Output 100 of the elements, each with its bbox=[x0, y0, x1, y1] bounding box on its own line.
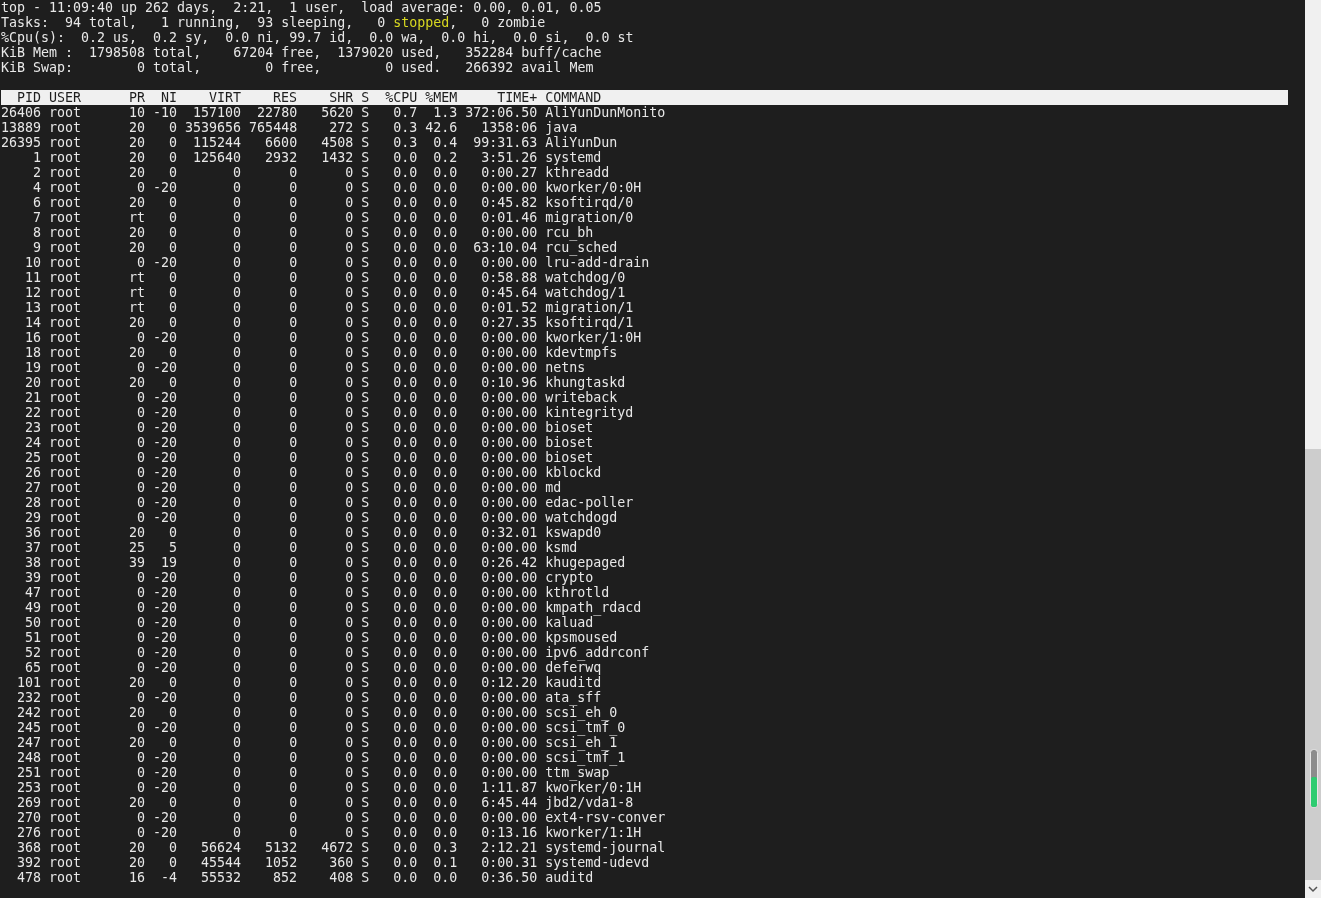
table-cell-text: 20 bbox=[128, 375, 146, 390]
table-cell: kworker/0:0H bbox=[545, 180, 642, 195]
table-cell-text: root bbox=[49, 825, 83, 840]
table-cell-text: 0.0 bbox=[432, 825, 458, 840]
table-cell: -20 bbox=[153, 720, 178, 735]
table-cell-text: 0 bbox=[232, 600, 242, 615]
table-cell-text: root bbox=[49, 570, 83, 585]
table-cell-text: root bbox=[49, 315, 83, 330]
table-cell-text: 0 bbox=[232, 180, 242, 195]
table-cell-text: root bbox=[49, 405, 83, 420]
table-cell: -20 bbox=[153, 330, 178, 345]
table-cell: -20 bbox=[153, 510, 178, 525]
table-cell-text: 232 bbox=[16, 690, 41, 705]
table-cell-text: 0:00.00 bbox=[480, 420, 538, 435]
table-cell-text: 2932 bbox=[264, 150, 298, 165]
table-cell-text: 0.0 bbox=[392, 825, 418, 840]
table-cell-text: 0:00.00 bbox=[480, 750, 538, 765]
table-cell-text: 37 bbox=[24, 540, 41, 555]
table-cell-text: 3:51.26 bbox=[480, 150, 538, 165]
table-cell-text: 29 bbox=[24, 510, 41, 525]
table-cell-text: 0 bbox=[232, 270, 242, 285]
table-cell-text: root bbox=[49, 225, 83, 240]
table-cell-text: 0 bbox=[232, 585, 242, 600]
table-cell-text: 0:00.00 bbox=[480, 345, 538, 360]
table-cell-text: root bbox=[49, 630, 83, 645]
table-cell-text: 25 bbox=[128, 540, 146, 555]
table-cell-text: 0 bbox=[288, 675, 298, 690]
table-cell: S bbox=[361, 810, 370, 825]
table-cell-text: 0:10.96 bbox=[480, 375, 538, 390]
table-cell-text: 0.0 bbox=[432, 525, 458, 540]
table-cell-text: 16 bbox=[24, 330, 41, 345]
table-cell-text: 0 bbox=[288, 705, 298, 720]
table-cell-text: 0 bbox=[288, 345, 298, 360]
table-cell: rcu_sched bbox=[545, 240, 618, 255]
table-cell: 26406 bbox=[1, 105, 41, 120]
table-cell-text: 20 bbox=[128, 345, 146, 360]
table-cell-text: 0.0 bbox=[432, 285, 458, 300]
table-cell-text: 0 bbox=[232, 540, 242, 555]
table-cell: S bbox=[361, 255, 370, 270]
table-cell-text: root bbox=[49, 810, 83, 825]
table-cell-text: rt bbox=[128, 285, 146, 300]
table-cell-text: 0.0 bbox=[432, 240, 458, 255]
table-cell-text: 0.0 bbox=[392, 660, 418, 675]
table-cell-text: 0 bbox=[344, 720, 354, 735]
table-cell: S bbox=[361, 300, 370, 315]
table-cell-text: 101 bbox=[16, 675, 41, 690]
table-cell: S bbox=[361, 420, 370, 435]
table-cell-text: 247 bbox=[16, 735, 41, 750]
table-cell-text: 0:00.00 bbox=[480, 255, 538, 270]
table-cell-text: 0 bbox=[136, 810, 146, 825]
table-cell-text: 0 bbox=[344, 225, 354, 240]
table-cell-text: 408 bbox=[328, 870, 354, 885]
table-cell-text: 0 bbox=[232, 345, 242, 360]
table-cell-text: 0.0 bbox=[392, 870, 418, 885]
table-cell-text: 52 bbox=[24, 645, 41, 660]
table-cell: S bbox=[361, 555, 370, 570]
table-cell-text: 0 bbox=[136, 585, 146, 600]
table-cell-text: 0 bbox=[168, 135, 178, 150]
table-cell-text: 0 bbox=[344, 765, 354, 780]
table-cell-text: 0 bbox=[136, 825, 146, 840]
table-cell-text: root bbox=[49, 585, 83, 600]
table-cell: 3539656 bbox=[185, 120, 242, 135]
table-cell-text: 20 bbox=[128, 795, 146, 810]
scrollbar[interactable] bbox=[1305, 0, 1321, 898]
table-cell: kintegrityd bbox=[545, 405, 634, 420]
table-cell-text: 0 bbox=[136, 765, 146, 780]
table-cell: S bbox=[361, 120, 370, 135]
table-cell-text: 0:32.01 bbox=[480, 525, 538, 540]
table-cell-text: 0.0 bbox=[392, 210, 418, 225]
table-cell-text: 0 bbox=[344, 345, 354, 360]
table-cell-text: root bbox=[49, 705, 83, 720]
table-cell: kmpath_rdacd bbox=[545, 600, 642, 615]
table-cell-text: 0:12.20 bbox=[480, 675, 538, 690]
table-cell-text: 0:00.27 bbox=[480, 165, 538, 180]
table-cell-text: 0.0 bbox=[392, 765, 418, 780]
table-cell-text: 0 bbox=[344, 690, 354, 705]
table-cell-text: 0 bbox=[232, 285, 242, 300]
table-cell-text: 21 bbox=[24, 390, 41, 405]
table-cell: scsi_eh_0 bbox=[545, 705, 618, 720]
table-cell: edac-poller bbox=[545, 495, 634, 510]
table-cell-text: 0:00.00 bbox=[480, 765, 538, 780]
table-cell: -20 bbox=[153, 630, 178, 645]
table-cell-text: 20 bbox=[128, 240, 146, 255]
table-cell-text: 10 bbox=[24, 255, 41, 270]
table-cell: S bbox=[361, 735, 370, 750]
table-cell: S bbox=[361, 405, 370, 420]
table-cell-text: 0:26.42 bbox=[480, 555, 538, 570]
table-cell-text: 0 bbox=[344, 660, 354, 675]
table-cell-text: 0 bbox=[168, 795, 178, 810]
table-cell-text: 0 bbox=[288, 795, 298, 810]
table-cell-text: 1358:06 bbox=[480, 120, 538, 135]
table-cell-text: 0 bbox=[136, 405, 146, 420]
table-cell-text: 0 bbox=[344, 675, 354, 690]
table-cell-text: 251 bbox=[16, 765, 41, 780]
table-cell: -20 bbox=[153, 480, 178, 495]
table-cell-text: 0 bbox=[168, 675, 178, 690]
table-cell-text: 25 bbox=[24, 450, 41, 465]
table-cell-text: 0 bbox=[344, 465, 354, 480]
table-cell-text: 0.0 bbox=[392, 270, 418, 285]
table-cell-text: 0.0 bbox=[432, 795, 458, 810]
